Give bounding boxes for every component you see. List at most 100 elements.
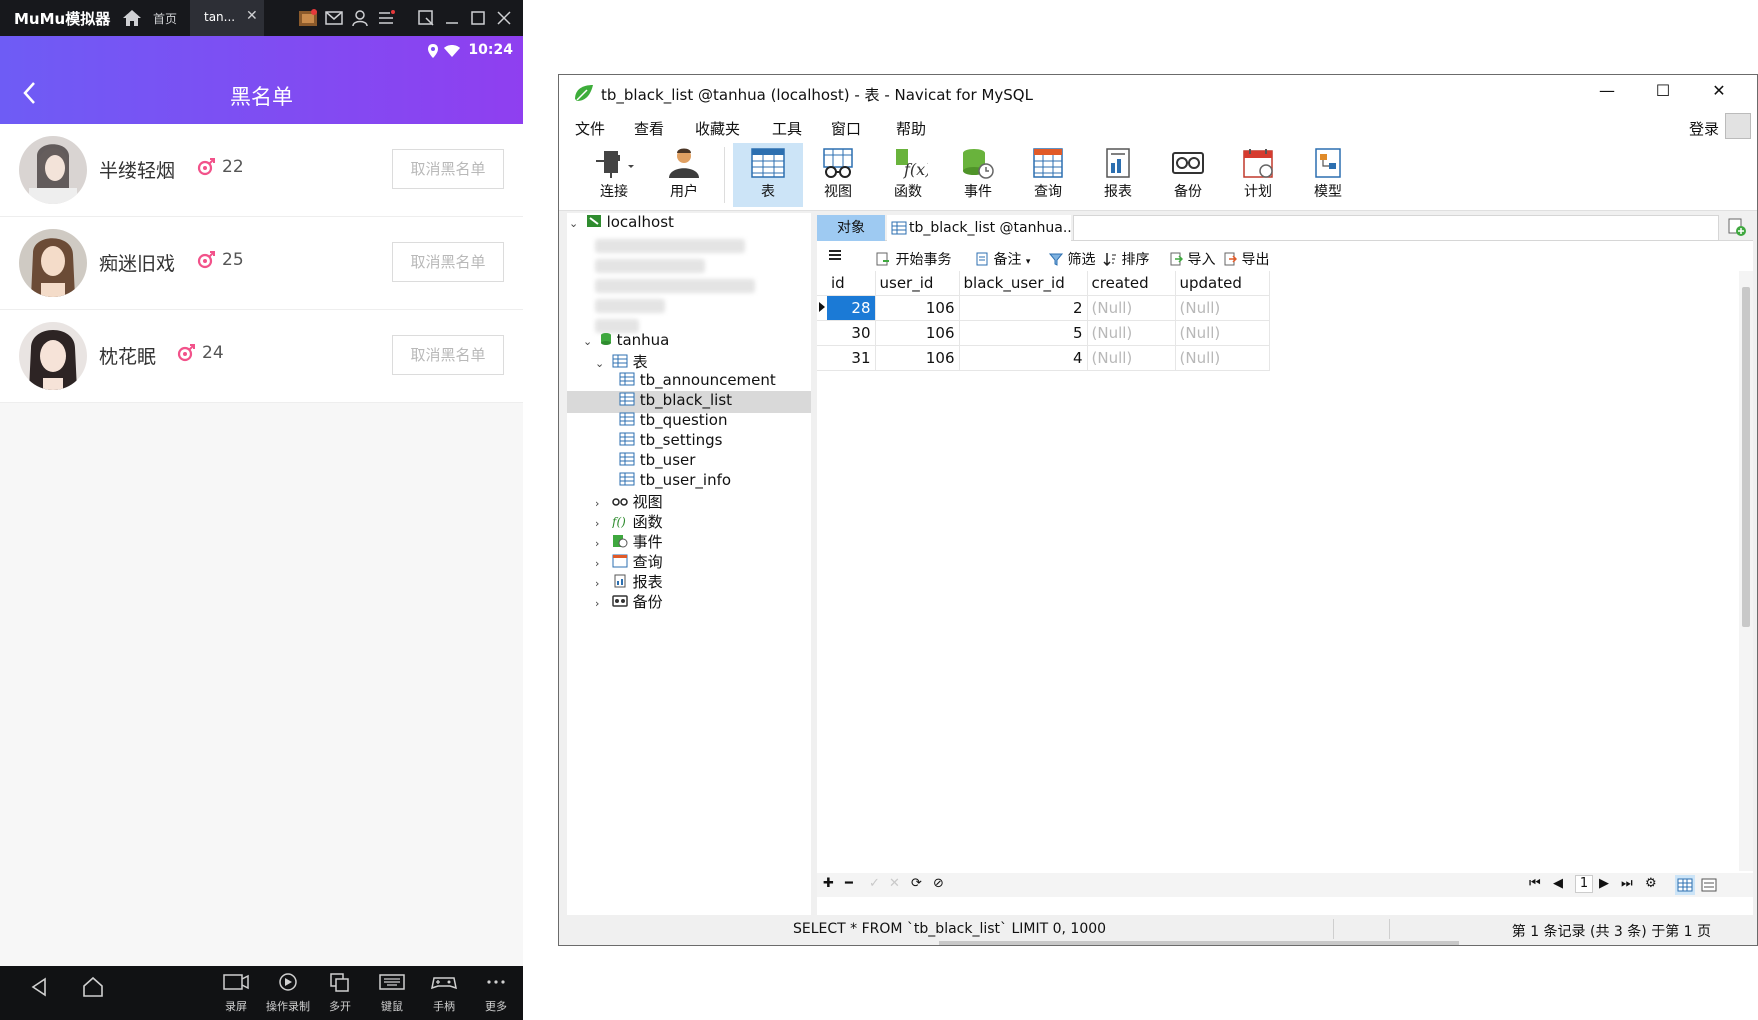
previous-page-icon[interactable]: ◀ xyxy=(1553,876,1563,891)
table-row[interactable]: 30 106 5 (Null) (Null) xyxy=(817,320,1270,346)
table-cell[interactable]: 106 xyxy=(875,345,960,371)
android-back-icon[interactable] xyxy=(30,976,48,1002)
grid-view-icon[interactable] xyxy=(1675,875,1695,895)
table-cell[interactable]: 4 xyxy=(959,345,1088,371)
import-button[interactable]: 导入 xyxy=(1169,249,1215,269)
home-icon[interactable] xyxy=(121,8,143,32)
table-cell[interactable]: 2 xyxy=(959,295,1088,321)
column-header[interactable]: created xyxy=(1087,271,1176,296)
menu-tools[interactable]: 工具 xyxy=(772,118,802,139)
dropdown-arrow-icon[interactable]: ▾ xyxy=(1026,257,1031,267)
tree-group-functions[interactable]: › f() 函数 xyxy=(595,511,663,533)
tree-table-item[interactable]: tb_user xyxy=(619,451,695,473)
tree-group-events[interactable]: › 事件 xyxy=(595,531,663,553)
tree-group-tables[interactable]: ⌄ 表 xyxy=(595,351,648,373)
close-icon[interactable] xyxy=(494,8,514,28)
home-tab-label[interactable]: 首页 xyxy=(153,10,177,27)
account-icon[interactable] xyxy=(350,8,370,28)
chevron-right-icon[interactable]: › xyxy=(595,517,607,530)
chevron-right-icon[interactable]: › xyxy=(595,577,607,590)
maximize-icon[interactable] xyxy=(468,8,488,28)
toolbar-model-button[interactable]: 模型 xyxy=(1293,143,1363,207)
tab-objects[interactable]: 对象 xyxy=(817,215,885,241)
next-page-icon[interactable]: ▶ xyxy=(1599,876,1609,891)
chevron-right-icon[interactable]: › xyxy=(595,537,607,550)
tree-database-tanhua[interactable]: ⌄ tanhua xyxy=(583,331,669,353)
discard-changes-icon[interactable]: ✕ xyxy=(889,876,900,891)
table-cell[interactable]: (Null) xyxy=(1087,295,1176,321)
table-cell[interactable]: (Null) xyxy=(1175,295,1270,321)
column-header[interactable]: black_user_id xyxy=(959,271,1088,296)
tool-record-screen[interactable]: 录屏 xyxy=(214,972,258,1014)
chevron-right-icon[interactable]: › xyxy=(595,597,607,610)
vertical-scrollbar[interactable] xyxy=(1739,271,1753,871)
menu-icon[interactable] xyxy=(376,8,396,28)
menu-file[interactable]: 文件 xyxy=(575,118,605,139)
chevron-right-icon[interactable]: › xyxy=(595,557,607,570)
table-cell[interactable]: (Null) xyxy=(1175,345,1270,371)
tree-table-item[interactable]: tb_question xyxy=(619,411,728,433)
android-home-icon[interactable] xyxy=(82,976,104,1002)
chevron-down-icon[interactable]: ⌄ xyxy=(595,357,607,370)
tree-table-item[interactable]: tb_settings xyxy=(619,431,723,453)
menu-favorites[interactable]: 收藏夹 xyxy=(695,118,740,139)
menu-window[interactable]: 窗口 xyxy=(831,118,861,139)
tree-table-item[interactable]: tb_announcement xyxy=(619,371,776,393)
refresh-icon[interactable]: ⟳ xyxy=(911,876,922,891)
maximize-icon[interactable]: ☐ xyxy=(1651,81,1675,105)
tool-macro-record[interactable]: 操作录制 xyxy=(266,972,310,1014)
table-cell[interactable]: 31 xyxy=(827,345,876,371)
user-avatar-icon[interactable] xyxy=(1725,113,1751,139)
tool-keyboard[interactable]: 键鼠 xyxy=(370,972,414,1014)
filter-button[interactable]: 筛选 xyxy=(1048,249,1095,269)
tool-more[interactable]: 更多 xyxy=(474,972,518,1014)
table-cell[interactable]: 5 xyxy=(959,320,1088,346)
stop-icon[interactable]: ⊘ xyxy=(933,876,944,891)
minimize-icon[interactable]: — xyxy=(1595,81,1619,105)
toolbar-backup-button[interactable]: 备份 xyxy=(1153,143,1223,207)
tool-gamepad[interactable]: 手柄 xyxy=(422,972,466,1014)
toolbar-view-button[interactable]: 视图 xyxy=(803,143,873,207)
table-row[interactable]: 31 106 4 (Null) (Null) xyxy=(817,345,1270,371)
table-cell[interactable]: 28 xyxy=(827,295,876,321)
remove-from-blacklist-button[interactable]: 取消黑名单 xyxy=(392,242,504,282)
settings-gear-icon[interactable]: ⚙ xyxy=(1645,876,1657,891)
mail-icon[interactable] xyxy=(324,8,344,28)
column-header[interactable]: user_id xyxy=(875,271,960,296)
chevron-right-icon[interactable]: › xyxy=(595,497,607,510)
page-number-field[interactable]: 1 xyxy=(1575,875,1593,893)
last-page-icon[interactable]: ⏭ xyxy=(1621,876,1633,891)
toolbar-user-button[interactable]: 用户 xyxy=(649,143,719,207)
hamburger-menu-icon[interactable] xyxy=(827,247,843,267)
remove-from-blacklist-button[interactable]: 取消黑名单 xyxy=(392,335,504,375)
tab-table-data[interactable]: tb_black_list @tanhua... xyxy=(887,215,1071,241)
toolbar-function-button[interactable]: f(x) 函数 xyxy=(873,143,943,207)
tree-group-reports[interactable]: › 报表 xyxy=(595,571,663,593)
chevron-down-icon[interactable]: ⌄ xyxy=(569,217,581,230)
delete-record-icon[interactable]: ━ xyxy=(845,876,853,891)
shrink-icon[interactable] xyxy=(416,8,436,28)
game-center-icon[interactable] xyxy=(298,8,318,28)
remove-from-blacklist-button[interactable]: 取消黑名单 xyxy=(392,149,504,189)
tool-multi-instance[interactable]: 多开 xyxy=(318,972,362,1014)
table-cell[interactable]: (Null) xyxy=(1175,320,1270,346)
column-header[interactable]: updated xyxy=(1175,271,1270,296)
toolbar-table-button[interactable]: 表 xyxy=(733,143,803,207)
toolbar-query-button[interactable]: 查询 xyxy=(1013,143,1083,207)
tree-connection-localhost[interactable]: ⌄ localhost xyxy=(569,213,674,235)
minimize-icon[interactable] xyxy=(442,8,462,28)
form-view-icon[interactable] xyxy=(1699,875,1719,899)
tree-table-item-selected[interactable]: tb_black_list xyxy=(567,391,811,413)
chevron-down-icon[interactable]: ⌄ xyxy=(583,335,595,348)
table-row[interactable]: 28 106 2 (Null) (Null) xyxy=(817,295,1270,321)
table-cell[interactable]: 106 xyxy=(875,295,960,321)
toolbar-connect-button[interactable]: 连接 xyxy=(579,143,649,207)
apply-changes-icon[interactable]: ✓ xyxy=(869,876,880,891)
table-cell[interactable]: (Null) xyxy=(1087,345,1176,371)
table-cell[interactable]: 106 xyxy=(875,320,960,346)
close-icon[interactable]: ✕ xyxy=(1707,81,1731,105)
toolbar-schedule-button[interactable]: 计划 xyxy=(1223,143,1293,207)
sort-button[interactable]: 排序 xyxy=(1103,249,1149,269)
memo-button[interactable]: 备注 ▾ xyxy=(975,249,1030,269)
login-link[interactable]: 登录 xyxy=(1689,118,1719,139)
